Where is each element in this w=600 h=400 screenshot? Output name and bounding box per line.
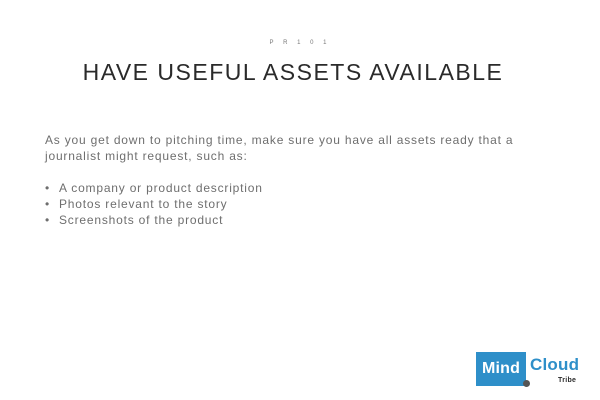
list-item: • Photos relevant to the story [45,196,263,212]
list-item: • Screenshots of the product [45,212,263,228]
slide: P R 1 0 1 HAVE USEFUL ASSETS AVAILABLE A… [0,0,600,400]
slide-title: HAVE USEFUL ASSETS AVAILABLE [82,59,504,85]
bullet-list: • A company or product description • Pho… [45,180,263,228]
logo-mind-box: Mind [476,352,526,386]
logo-cloud-text: Cloud [530,355,580,374]
logo-tribe-text: Tribe [558,377,577,384]
intro-paragraph: As you get down to pitching time, make s… [45,133,514,163]
slide-eyebrow: P R 1 0 1 [269,40,331,46]
list-item: • A company or product description [45,180,263,196]
mindcloud-logo: Mind Cloud Tribe [476,352,580,388]
bullet-text: Photos relevant to the story [59,197,228,211]
bullet-icon: • [45,197,51,211]
bullet-icon: • [45,181,51,195]
bullet-text: A company or product description [59,181,263,195]
logo-dot-icon [523,380,530,387]
bullet-text: Screenshots of the product [59,213,224,227]
bullet-icon: • [45,213,51,227]
